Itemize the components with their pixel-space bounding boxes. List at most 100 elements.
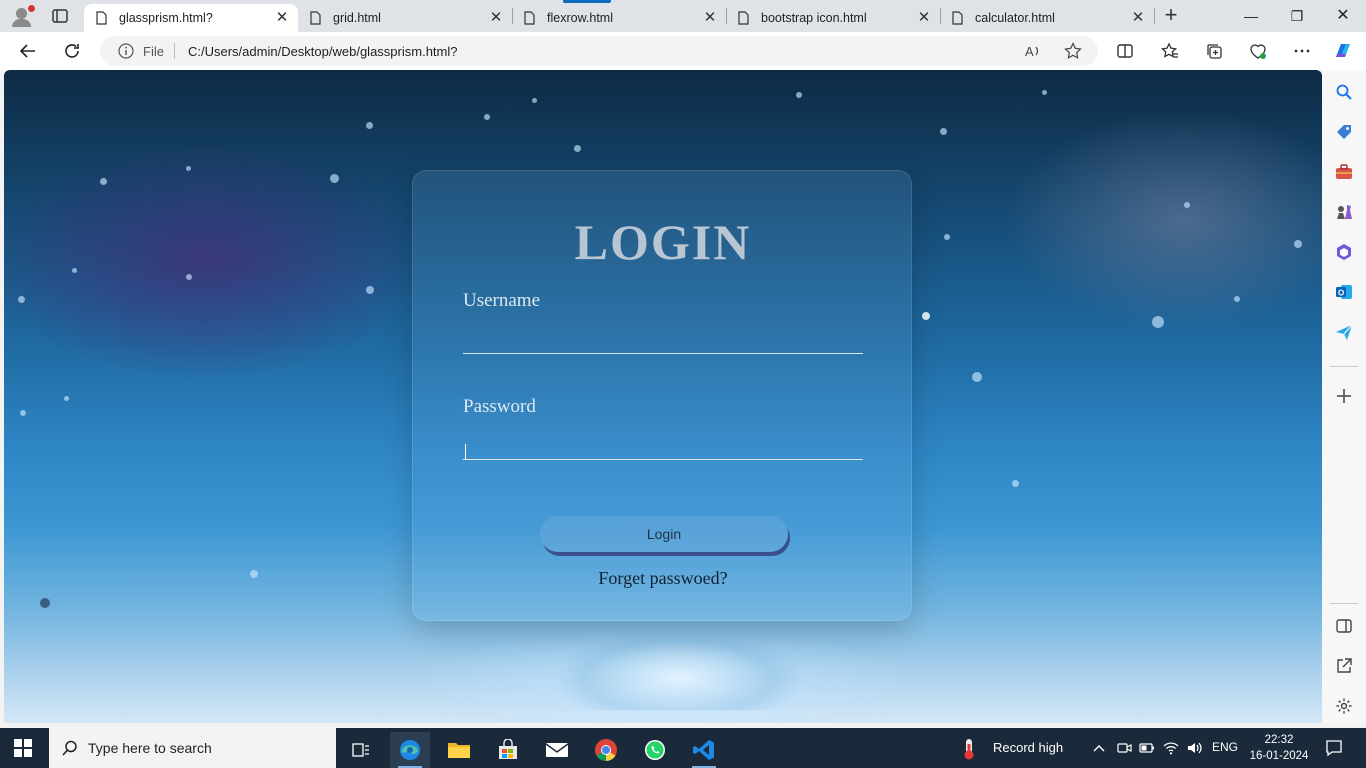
raindrop	[366, 286, 374, 294]
document-icon	[738, 11, 749, 25]
copilot-icon[interactable]	[1332, 40, 1354, 62]
back-arrow-icon[interactable]	[17, 40, 39, 62]
send-plane-icon[interactable]	[1335, 323, 1353, 341]
close-tab-icon[interactable]: ✕	[1130, 10, 1146, 26]
username-input[interactable]	[463, 326, 863, 354]
address-divider	[174, 43, 175, 59]
scheme-label: File	[143, 44, 164, 59]
speaker-volume-icon[interactable]	[1186, 740, 1202, 756]
refresh-icon[interactable]	[61, 40, 83, 62]
tab-grid[interactable]: grid.html ✕	[298, 4, 512, 32]
clock-date: 16-01-2024	[1249, 750, 1309, 762]
raindrop	[72, 268, 77, 273]
favorites-icon[interactable]	[1159, 40, 1181, 62]
forgot-password-link[interactable]: Forget passwoed?	[413, 568, 913, 589]
page-viewport: LOGIN Username Password Login Forget pas…	[4, 70, 1322, 723]
windows-start-icon[interactable]	[14, 739, 32, 757]
microsoft-365-icon[interactable]	[1335, 243, 1353, 261]
raindrop	[972, 372, 982, 382]
password-input[interactable]	[463, 432, 863, 460]
games-chess-icon[interactable]	[1335, 203, 1353, 221]
more-options-icon[interactable]	[1291, 40, 1313, 62]
add-icon[interactable]	[1335, 387, 1353, 405]
thermometer-icon	[964, 739, 974, 760]
tab-glassprism[interactable]: glassprism.html? ✕	[84, 4, 298, 32]
login-button[interactable]: Login	[540, 516, 788, 552]
close-tab-icon[interactable]: ✕	[702, 10, 718, 26]
split-screen-icon[interactable]	[1114, 40, 1136, 62]
browser-essentials-icon[interactable]	[1247, 40, 1269, 62]
tab-title: glassprism.html?	[119, 11, 213, 25]
edge-browser-icon[interactable]	[390, 732, 430, 768]
tab-calculator[interactable]: calculator.html ✕	[940, 4, 1154, 32]
weather-text[interactable]: Record high	[993, 740, 1063, 755]
tab-flexrow[interactable]: flexrow.html ✕	[512, 4, 726, 32]
profile-avatar-icon[interactable]	[8, 4, 36, 28]
search-icon[interactable]	[1335, 83, 1353, 101]
language-indicator[interactable]: ENG	[1212, 740, 1238, 754]
document-icon	[310, 11, 321, 25]
address-bar[interactable]: File C:/Users/admin/Desktop/web/glasspri…	[100, 36, 1098, 66]
raindrop	[922, 312, 930, 320]
favorite-star-icon[interactable]	[1064, 42, 1082, 60]
tab-title: flexrow.html	[547, 11, 613, 25]
battery-icon[interactable]	[1139, 740, 1155, 756]
minimize-button[interactable]: —	[1228, 0, 1274, 32]
shopping-tag-icon[interactable]	[1335, 123, 1353, 141]
hide-sidebar-icon[interactable]	[1335, 617, 1353, 635]
sidebar-divider	[1330, 366, 1358, 367]
raindrop	[532, 98, 537, 103]
chrome-icon[interactable]	[586, 732, 626, 768]
raindrop	[100, 178, 107, 185]
close-tab-icon[interactable]: ✕	[488, 10, 504, 26]
vscode-icon[interactable]	[684, 732, 724, 768]
taskbar-search[interactable]: Type here to search	[49, 728, 336, 768]
clock-time: 22:32	[1264, 734, 1294, 746]
close-tab-icon[interactable]: ✕	[274, 10, 290, 26]
svg-text:O: O	[1338, 289, 1344, 298]
tools-briefcase-icon[interactable]	[1335, 163, 1353, 181]
wifi-icon[interactable]	[1163, 740, 1179, 756]
tab-bootstrap-icon[interactable]: bootstrap icon.html ✕	[726, 4, 940, 32]
collections-icon[interactable]	[1203, 40, 1225, 62]
raindrop	[1042, 90, 1047, 95]
settings-gear-icon[interactable]	[1335, 697, 1353, 715]
raindrop	[574, 145, 581, 152]
tab-loading-indicator	[563, 0, 611, 3]
svg-text:A: A	[1025, 44, 1034, 59]
mail-icon[interactable]	[537, 732, 577, 768]
close-window-button[interactable]: ✕	[1320, 0, 1366, 32]
windows-taskbar: Type here to search Record high ENG 22:3…	[0, 728, 1366, 768]
microsoft-store-icon[interactable]	[488, 732, 528, 768]
read-aloud-icon[interactable]: A	[1024, 42, 1042, 60]
raindrop	[186, 274, 192, 280]
password-label: Password	[463, 396, 536, 417]
username-label: Username	[463, 290, 541, 311]
tab-title: grid.html	[333, 11, 381, 25]
task-view-icon[interactable]	[341, 732, 381, 768]
close-tab-icon[interactable]: ✕	[916, 10, 932, 26]
notification-icon[interactable]	[1325, 739, 1343, 757]
raindrop	[20, 410, 26, 416]
open-external-icon[interactable]	[1335, 657, 1353, 675]
raindrop	[186, 166, 191, 171]
file-explorer-icon[interactable]	[439, 732, 479, 768]
new-tab-button[interactable]: +	[1160, 4, 1182, 27]
tab-actions-icon[interactable]	[50, 6, 70, 26]
whatsapp-icon[interactable]	[635, 732, 675, 768]
taskbar-clock[interactable]: 22:32 16-01-2024	[1249, 732, 1309, 764]
raindrop	[1012, 480, 1019, 487]
chevron-up-icon[interactable]	[1091, 740, 1107, 756]
url-text[interactable]: C:/Users/admin/Desktop/web/glassprism.ht…	[188, 44, 457, 59]
raindrop	[940, 128, 947, 135]
raindrop	[250, 570, 258, 578]
outlook-icon[interactable]: O	[1335, 283, 1353, 301]
water-splash	[559, 630, 799, 710]
tab-title: calculator.html	[975, 11, 1055, 25]
login-card: LOGIN Username Password Login Forget pas…	[412, 170, 912, 621]
restore-button[interactable]: ❐	[1274, 0, 1320, 32]
meet-now-icon[interactable]	[1116, 740, 1132, 756]
raindrop	[330, 174, 339, 183]
info-icon[interactable]	[118, 43, 134, 59]
raindrop	[796, 92, 802, 98]
